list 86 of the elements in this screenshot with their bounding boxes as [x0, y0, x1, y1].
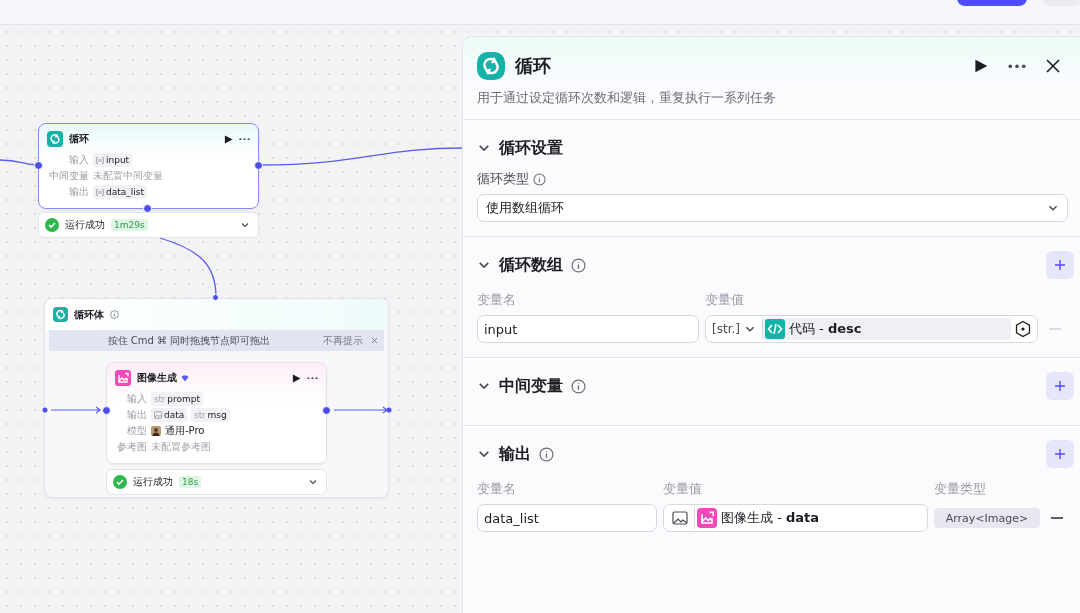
run-icon[interactable] — [224, 134, 233, 144]
loop-icon — [53, 307, 68, 322]
chevron-icon[interactable] — [308, 477, 318, 487]
info-icon — [533, 172, 546, 186]
add-button[interactable] — [1046, 372, 1074, 400]
info-icon — [110, 310, 119, 319]
section-title: 中间变量 — [499, 375, 563, 397]
status-text: 运行成功 — [133, 475, 173, 489]
more-icon[interactable] — [1008, 63, 1026, 69]
hint-text: 按住 Cmd ⌘ 同时拖拽节点即可拖出 — [106, 333, 272, 348]
array-icon — [96, 156, 104, 164]
output-port[interactable] — [254, 161, 263, 170]
field-label: 输入 — [68, 153, 89, 167]
panel-description: 用于通过设定循环次数和逻辑，重复执行一系列任务 — [477, 89, 777, 107]
type-badge: Array<Image> — [934, 508, 1040, 528]
loop-type-select[interactable]: 使用数组循环 — [477, 194, 1068, 222]
column-label: 变量类型 — [934, 480, 987, 498]
run-icon[interactable] — [292, 373, 301, 383]
type-label: [str.] — [712, 322, 740, 336]
section-title: 输出 — [499, 443, 531, 465]
column-label: 变量值 — [705, 291, 745, 309]
info-icon — [571, 378, 586, 394]
column-label: 变量名 — [477, 480, 517, 498]
close-icon[interactable] — [371, 337, 378, 344]
add-button[interactable] — [1046, 251, 1074, 279]
array-icon — [96, 188, 104, 196]
node-title: 循环 — [69, 132, 90, 146]
loop-icon — [477, 52, 505, 80]
container-title: 循环体 — [74, 307, 104, 322]
arrow-drawing — [332, 406, 392, 414]
more-icon[interactable] — [239, 137, 250, 141]
add-button[interactable] — [1046, 440, 1074, 468]
info-icon — [539, 446, 554, 462]
node-title: 图像生成 — [137, 371, 286, 385]
code-icon — [764, 319, 785, 339]
variable-value-field[interactable]: [str.] 代码 - desc — [705, 315, 1038, 343]
plus-icon — [1054, 448, 1066, 460]
run-status-bar[interactable]: 运行成功 18s — [106, 469, 327, 495]
section-title: 循环设置 — [499, 137, 563, 159]
variable-reference: 图像生成 - data — [695, 507, 925, 529]
variable-tag: data — [151, 408, 188, 422]
model-name: 通用-Pro — [165, 424, 205, 438]
variable-name-field[interactable]: input — [477, 315, 699, 343]
input-port[interactable] — [102, 406, 111, 415]
plus-icon — [1054, 380, 1066, 392]
variable-reference: 代码 - desc — [762, 318, 1011, 340]
field-label: 输出 — [126, 408, 147, 422]
empty-value: 未配置参考图 — [151, 440, 211, 454]
image-icon — [672, 511, 688, 525]
more-icon[interactable] — [307, 376, 318, 380]
image-generation-icon — [115, 370, 131, 386]
field-label: 参考图 — [116, 440, 147, 454]
variable-tag: data_list — [93, 185, 147, 199]
run-icon[interactable] — [974, 59, 988, 73]
minus-icon — [1051, 517, 1063, 519]
diamond-icon — [181, 374, 189, 382]
section-title: 循环数组 — [499, 254, 563, 276]
output-port[interactable] — [322, 406, 331, 415]
field-label: 输出 — [68, 185, 89, 199]
field-label: 输入 — [126, 392, 147, 406]
close-icon — [1046, 59, 1060, 73]
duration-badge: 1m29s — [111, 219, 148, 231]
column-label: 变量值 — [663, 480, 703, 498]
variable-tag: str msg — [191, 408, 230, 422]
image-generation-icon — [697, 508, 717, 528]
image-icon — [154, 411, 162, 419]
chevron-icon[interactable] — [240, 220, 250, 230]
info-icon — [571, 257, 586, 273]
variable-name-field[interactable]: data_list — [477, 504, 657, 532]
run-status-bar[interactable]: 运行成功 1m29s — [38, 212, 259, 238]
panel-title: 循环 — [515, 54, 552, 78]
field-label: 循环类型 — [477, 170, 529, 188]
variable-value-field[interactable]: 图像生成 - data — [663, 504, 928, 532]
empty-value: 未配置中间变量 — [93, 169, 163, 183]
minus-icon — [1049, 328, 1061, 330]
field-label: 模型 — [126, 424, 147, 438]
input-port[interactable] — [34, 161, 43, 170]
variable-tag: str prompt — [151, 392, 203, 406]
variable-tag: input — [93, 153, 133, 167]
field-label: 中间变量 — [48, 169, 89, 183]
duration-badge: 18s — [179, 476, 202, 488]
loop-icon — [47, 131, 63, 147]
status-text: 运行成功 — [65, 218, 105, 232]
plus-icon — [1054, 259, 1066, 271]
column-label: 变量名 — [477, 291, 517, 309]
dismiss-link[interactable]: 不再提示 — [323, 333, 363, 348]
